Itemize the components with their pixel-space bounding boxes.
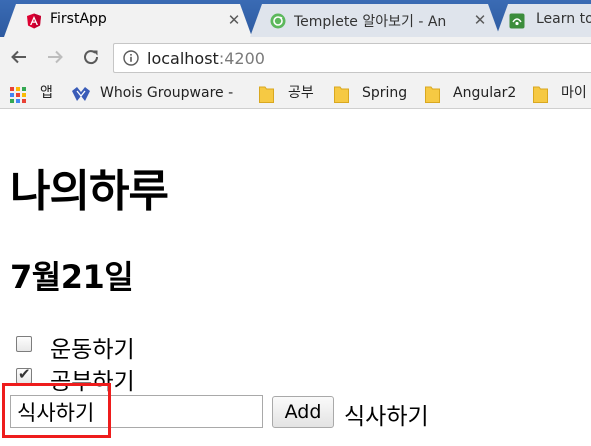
- forward-arrow-icon[interactable]: [44, 46, 66, 68]
- bookmark-label: 앱: [40, 85, 53, 101]
- bookmark-label: Whois Groupware -: [100, 85, 234, 101]
- bookmarks-bar: 앱 Whois Groupware - 공부 Spring Angular2 마…: [0, 78, 591, 109]
- date-heading: 7월21일: [10, 258, 134, 296]
- bookmark-folder-angular2[interactable]: Angular2: [425, 84, 525, 104]
- angular-icon: [27, 13, 41, 29]
- codeschool-icon: [509, 13, 525, 29]
- bookmark-folder-my[interactable]: 마이: [533, 84, 591, 104]
- tab-title: Learn to: [536, 11, 591, 27]
- bookmark-label: 마이: [561, 85, 587, 101]
- tab-title: Templete 알아보기 - An: [294, 14, 447, 30]
- tab-templete[interactable]: Templete 알아보기 - An ✕: [250, 4, 500, 37]
- reload-icon[interactable]: [80, 46, 102, 68]
- close-tab-icon[interactable]: ✕: [472, 12, 488, 28]
- bookmark-apps[interactable]: 앱: [10, 84, 60, 104]
- url-text: localhost:4200: [147, 49, 265, 68]
- bookmark-label: Angular2: [453, 85, 517, 101]
- todo-checkbox[interactable]: ✔: [16, 365, 32, 384]
- bookmark-folder-spring[interactable]: Spring: [334, 84, 414, 104]
- close-tab-icon[interactable]: ✕: [226, 12, 242, 28]
- highlight-box: [2, 383, 111, 438]
- echo-text: 식사하기: [344, 404, 429, 430]
- info-icon[interactable]: [123, 50, 139, 66]
- tab-title: FirstApp: [50, 11, 107, 27]
- todo-label: 운동하기: [50, 337, 135, 363]
- url-host: localhost: [147, 49, 219, 68]
- tab-firstapp[interactable]: FirstApp ✕: [4, 4, 252, 37]
- page-title: 나의하루: [10, 166, 169, 217]
- bookmark-folder-study[interactable]: 공부: [259, 84, 325, 104]
- folder-icon: [425, 86, 440, 103]
- todo-checkbox[interactable]: [16, 336, 32, 352]
- back-arrow-icon[interactable]: [8, 46, 30, 68]
- folder-icon: [533, 86, 548, 103]
- folder-icon: [259, 86, 274, 103]
- bookmark-label: Spring: [362, 85, 408, 101]
- tab-strip: FirstApp ✕ Templete 알아보기 - An ✕ Learn to: [0, 0, 591, 37]
- refresh-tab-icon: [270, 13, 286, 29]
- address-bar[interactable]: localhost:4200: [113, 43, 591, 73]
- whois-icon: [72, 87, 90, 101]
- add-button[interactable]: Add: [272, 396, 334, 428]
- bookmark-whois[interactable]: Whois Groupware -: [72, 84, 248, 104]
- folder-icon: [334, 86, 349, 103]
- page-content: 나의하루 7월21일 운동하기 ✔ 공부하기 Add 식사하기: [0, 110, 591, 446]
- browser-toolbar: localhost:4200: [0, 37, 591, 78]
- apps-grid-icon: [10, 87, 26, 103]
- bookmark-label: 공부: [288, 85, 314, 101]
- tab-learn[interactable]: Learn to: [496, 4, 591, 37]
- url-port: :4200: [218, 49, 265, 68]
- checkmark-icon: ✔: [18, 365, 31, 383]
